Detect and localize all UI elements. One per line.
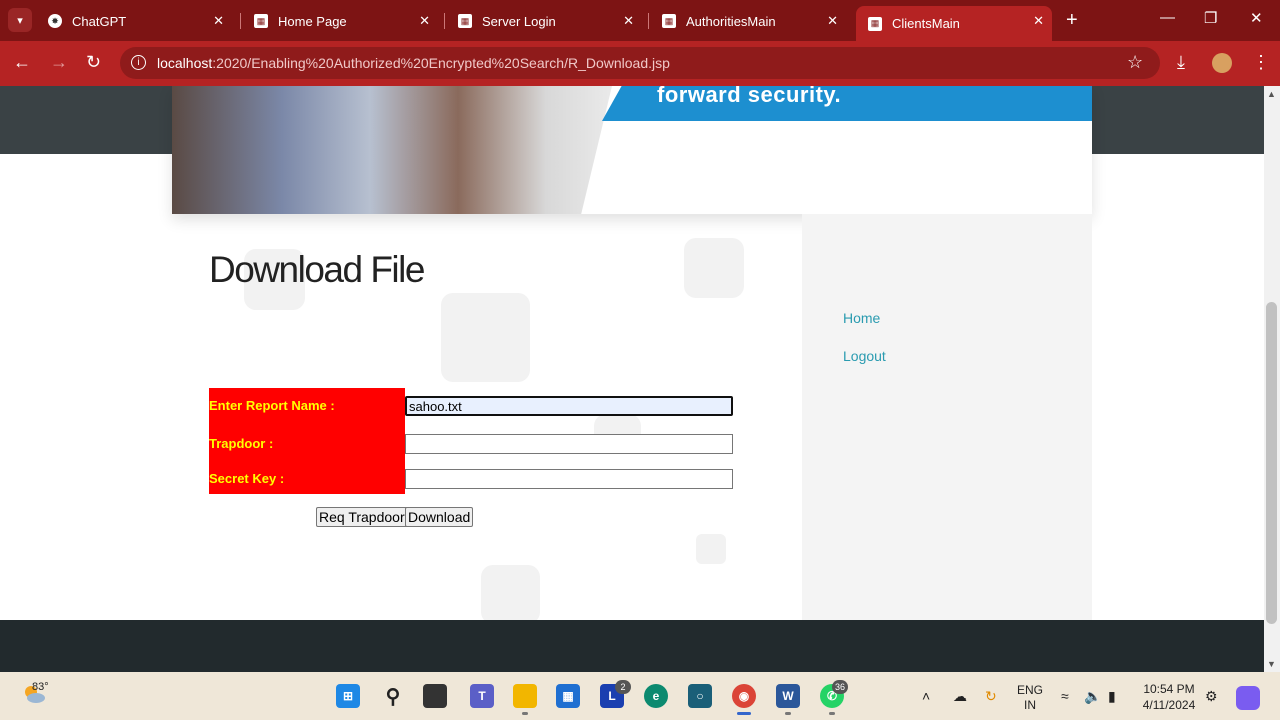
- close-icon[interactable]: ✕: [1033, 13, 1044, 29]
- scroll-up-arrow-icon[interactable]: ▲: [1267, 89, 1276, 99]
- site-info-icon[interactable]: i: [131, 55, 146, 70]
- tab-separator: [444, 13, 445, 29]
- sync-icon[interactable]: ↻: [985, 688, 997, 705]
- decorative-square: [684, 238, 744, 298]
- tab-title: Server Login: [482, 13, 556, 29]
- download-button[interactable]: Download: [405, 507, 474, 527]
- windows-start-icon[interactable]: ⊞: [336, 684, 360, 708]
- chevron-up-icon[interactable]: ˄: [922, 688, 930, 704]
- bookmark-star-icon[interactable]: ☆: [1127, 52, 1143, 73]
- page-title: Download File: [209, 249, 425, 290]
- secret-key-label: Secret Key :: [209, 471, 285, 486]
- profile-avatar[interactable]: [1212, 53, 1232, 73]
- close-icon[interactable]: ✕: [213, 13, 224, 29]
- tab-server-login[interactable]: ▦ Server Login ✕: [446, 6, 642, 36]
- decorative-square: [481, 565, 540, 624]
- tab-authorities-main[interactable]: ▦ AuthoritiesMain ✕: [650, 6, 846, 36]
- chatgpt-favicon-icon: ✸: [48, 14, 62, 28]
- copilot-icon[interactable]: [1236, 686, 1260, 710]
- footer-band: [0, 620, 1264, 672]
- clock-date[interactable]: 4/11/2024: [1138, 698, 1200, 712]
- circle-app-icon[interactable]: ○: [688, 684, 712, 708]
- teams-icon[interactable]: T: [470, 684, 494, 708]
- decorative-square: [441, 293, 530, 382]
- banner-text: forward security.: [657, 86, 842, 107]
- tab-separator: [648, 13, 649, 29]
- req-trapdoor-button[interactable]: Req Trapdoor: [316, 507, 408, 527]
- more-menu-icon[interactable]: ⋮: [1252, 52, 1270, 73]
- store-icon[interactable]: ▦: [556, 684, 580, 708]
- header-banner: forward security.: [172, 86, 1092, 214]
- battery-icon[interactable]: ▮: [1108, 688, 1116, 705]
- secret-key-input[interactable]: [405, 469, 733, 489]
- sidebar: [802, 214, 1092, 672]
- trapdoor-input[interactable]: [405, 434, 733, 454]
- page-favicon-icon: ▦: [662, 14, 676, 28]
- url-text[interactable]: localhost:2020/Enabling%20Authorized%20E…: [157, 55, 670, 71]
- close-icon[interactable]: ✕: [623, 13, 634, 29]
- close-icon[interactable]: ✕: [419, 13, 430, 29]
- close-icon[interactable]: ✕: [827, 13, 838, 29]
- download-icon[interactable]: ⤓: [1177, 52, 1185, 73]
- tab-title: ChatGPT: [72, 13, 127, 29]
- l-app-badge: 2: [615, 680, 631, 694]
- running-indicator: [785, 712, 791, 715]
- page-favicon-icon: ▦: [458, 14, 472, 28]
- decorative-square: [696, 534, 726, 564]
- tab-chatgpt[interactable]: ✸ ChatGPT ✕: [36, 6, 232, 36]
- report-name-label: Enter Report Name :: [209, 398, 335, 413]
- page-viewport: forward security. Home Logout Download F…: [0, 86, 1264, 672]
- tab-home-page[interactable]: ▦ Home Page ✕: [242, 6, 438, 36]
- notification-bell-icon[interactable]: ⚙: [1205, 688, 1218, 705]
- sidebar-link-logout[interactable]: Logout: [843, 348, 886, 364]
- onedrive-cloud-icon[interactable]: ☁: [953, 688, 967, 705]
- edge-icon[interactable]: e: [644, 684, 668, 708]
- reload-icon[interactable]: ↻: [86, 52, 101, 73]
- tab-title: ClientsMain: [892, 16, 960, 31]
- report-name-input[interactable]: [405, 396, 733, 416]
- trapdoor-label: Trapdoor :: [209, 436, 274, 451]
- language-line2[interactable]: IN: [1014, 698, 1046, 712]
- task-view-icon[interactable]: [423, 684, 447, 708]
- wifi-icon[interactable]: ≈: [1061, 688, 1069, 704]
- running-indicator: [829, 712, 835, 715]
- minimize-icon[interactable]: —: [1160, 9, 1175, 26]
- word-icon[interactable]: W: [776, 684, 800, 708]
- language-line1[interactable]: ENG: [1014, 683, 1046, 697]
- tab-clients-main[interactable]: ▦ ClientsMain ✕: [856, 6, 1052, 41]
- back-arrow-icon[interactable]: ←: [13, 52, 31, 73]
- clock-time[interactable]: 10:54 PM: [1138, 682, 1200, 696]
- whatsapp-badge: 36: [832, 680, 849, 694]
- new-tab-plus-icon[interactable]: +: [1066, 9, 1078, 32]
- search-icon[interactable]: ⚲: [381, 684, 405, 708]
- scrollbar-thumb[interactable]: [1266, 302, 1277, 624]
- url-path: :2020/Enabling%20Authorized%20Encrypted%…: [212, 55, 670, 71]
- page-favicon-icon: ▦: [868, 16, 882, 31]
- running-indicator: [522, 712, 528, 715]
- tab-separator: [240, 13, 241, 29]
- forward-arrow-icon[interactable]: →: [50, 52, 68, 73]
- volume-icon[interactable]: 🔈: [1084, 688, 1101, 705]
- tab-title: AuthoritiesMain: [686, 13, 776, 29]
- tab-title: Home Page: [278, 13, 347, 29]
- page-favicon-icon: ▦: [254, 14, 268, 28]
- restore-icon[interactable]: ❐: [1204, 9, 1217, 27]
- running-indicator-active: [737, 712, 751, 715]
- window-close-icon[interactable]: ✕: [1250, 9, 1263, 27]
- chrome-icon[interactable]: ◉: [732, 684, 756, 708]
- tab-search-menu-button[interactable]: ▾: [8, 8, 32, 32]
- folder-icon[interactable]: [513, 684, 537, 708]
- sidebar-link-home[interactable]: Home: [843, 310, 880, 326]
- banner-photo-medical-staff: [172, 86, 612, 214]
- url-host: localhost: [157, 55, 213, 71]
- scroll-down-arrow-icon[interactable]: ▼: [1267, 659, 1276, 669]
- weather-temperature: 83°: [32, 681, 49, 693]
